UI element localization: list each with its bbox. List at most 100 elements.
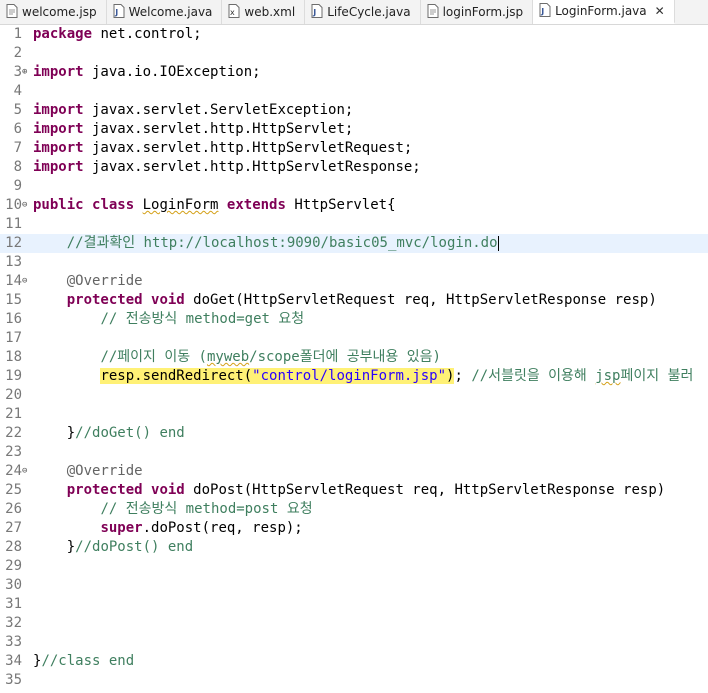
tab-welcome-java[interactable]: J Welcome.java: [107, 0, 223, 24]
collapse-fold-icon[interactable]: ⊖: [22, 196, 32, 215]
line-number: 11: [5, 216, 22, 232]
tab-welcome-jsp[interactable]: welcome.jsp: [0, 0, 107, 24]
code-line[interactable]: 32: [0, 614, 708, 633]
code-line[interactable]: 30: [0, 576, 708, 595]
code-text: import javax.servlet.http.HttpServletReq…: [33, 139, 412, 158]
code-token: javax.servlet.http.HttpServlet;: [83, 121, 354, 137]
java-file-icon: J: [113, 3, 125, 21]
code-line[interactable]: 10 ⊖ public class LoginForm extends HttpSe…: [0, 196, 708, 215]
code-line[interactable]: 27 super.doPost(req, resp);: [0, 519, 708, 538]
svg-text:J: J: [540, 7, 544, 16]
code-line[interactable]: 26 // 전송방식 method=post 요청: [0, 500, 708, 519]
code-token: 페이지 불러: [620, 368, 694, 384]
tab-label: loginForm.jsp: [442, 5, 524, 19]
line-number: 21: [5, 406, 22, 422]
text-caret: [497, 235, 499, 251]
code-line[interactable]: 34}//class end: [0, 652, 708, 671]
svg-text:J: J: [312, 8, 316, 17]
code-line[interactable]: 28 }//doPost() end: [0, 538, 708, 557]
tab-loginform-jsp[interactable]: loginForm.jsp: [421, 0, 534, 24]
code-token: //doPost() end: [75, 539, 194, 555]
code-text: import java.io.IOException;: [33, 63, 261, 82]
code-token: LoginForm: [142, 197, 219, 213]
code-token: doPost(HttpServletRequest req, HttpServl…: [184, 482, 666, 498]
code-line[interactable]: 4: [0, 82, 708, 101]
code-line[interactable]: 19 resp.sendRedirect("control/loginForm.…: [0, 367, 708, 386]
code-text: import javax.servlet.ServletException;: [33, 101, 353, 120]
line-number: 24: [5, 463, 22, 479]
code-token: javax.servlet.http.HttpServletRequest;: [83, 140, 413, 156]
code-token: java.io.IOException;: [83, 64, 261, 80]
line-number: 3: [13, 64, 22, 80]
code-line[interactable]: 29: [0, 557, 708, 576]
code-token: import: [33, 102, 84, 118]
line-number: 27: [5, 520, 22, 536]
code-line[interactable]: 31: [0, 595, 708, 614]
code-line[interactable]: 25 protected void doPost(HttpServletRequ…: [0, 481, 708, 500]
code-line[interactable]: 14 ⊖ @Override: [0, 272, 708, 291]
line-number: 26: [5, 501, 22, 517]
collapse-fold-icon[interactable]: ⊖: [22, 272, 32, 291]
code-line[interactable]: 8 import javax.servlet.http.HttpServletRe…: [0, 158, 708, 177]
code-line[interactable]: 9: [0, 177, 708, 196]
collapse-fold-icon[interactable]: ⊖: [22, 462, 32, 481]
code-token: net.control;: [92, 26, 202, 42]
code-token: import: [33, 159, 84, 175]
code-line[interactable]: 22 }//doGet() end: [0, 424, 708, 443]
line-number: 28: [5, 539, 22, 555]
code-text: resp.sendRedirect("control/loginForm.jsp…: [33, 367, 693, 386]
code-text: }//class end: [33, 652, 134, 671]
code-text: }//doGet() end: [33, 424, 185, 443]
line-number: 15: [5, 292, 22, 308]
code-line[interactable]: 16 // 전송방식 method=get 요청: [0, 310, 708, 329]
code-line[interactable]: 24 ⊖ @Override: [0, 462, 708, 481]
code-line[interactable]: 17: [0, 329, 708, 348]
code-token: javax.servlet.http.HttpServletResponse;: [83, 159, 421, 175]
code-line[interactable]: 21: [0, 405, 708, 424]
tab-label: welcome.jsp: [22, 5, 97, 19]
close-icon[interactable]: ✕: [655, 5, 665, 17]
svg-text:x: x: [230, 8, 235, 17]
code-line[interactable]: 7 import javax.servlet.http.HttpServletRe…: [0, 139, 708, 158]
code-text: import javax.servlet.http.HttpServlet;: [33, 120, 353, 139]
code-line[interactable]: 3 ⊕ import java.io.IOException;: [0, 63, 708, 82]
code-line[interactable]: 35: [0, 671, 708, 690]
tab-label: LifeCycle.java: [327, 5, 411, 19]
code-line[interactable]: 23: [0, 443, 708, 462]
line-number: 35: [5, 672, 22, 688]
tab-label: LoginForm.java: [555, 4, 647, 18]
line-number: 31: [5, 596, 22, 612]
code-text: }//doPost() end: [33, 538, 193, 557]
code-editor[interactable]: 1 package net.control; 2 3 ⊕ import java.io.I…: [0, 25, 708, 693]
code-line[interactable]: 6 import javax.servlet.http.HttpServlet;: [0, 120, 708, 139]
code-line[interactable]: 5 import javax.servlet.ServletException;: [0, 101, 708, 120]
code-line[interactable]: 33: [0, 633, 708, 652]
code-line[interactable]: 11: [0, 215, 708, 234]
line-number: 13: [5, 254, 22, 270]
expand-fold-icon[interactable]: ⊕: [22, 63, 32, 82]
code-text: import javax.servlet.http.HttpServletRes…: [33, 158, 421, 177]
xml-file-icon: x: [228, 3, 240, 21]
code-line[interactable]: 1 package net.control;: [0, 25, 708, 44]
line-number: 6: [13, 121, 22, 137]
code-line[interactable]: 18 //페이지 이동 (myweb/scope폴더에 공부내용 있음): [0, 348, 708, 367]
code-token: HttpServlet{: [285, 197, 396, 213]
code-line[interactable]: 15 protected void doGet(HttpServletReque…: [0, 291, 708, 310]
code-line[interactable]: 20: [0, 386, 708, 405]
code-line[interactable]: 13: [0, 253, 708, 272]
tab-loginform-java[interactable]: J LoginForm.java ✕: [533, 0, 675, 24]
code-token: //doGet() end: [75, 425, 185, 441]
code-token: javax.servlet.ServletException;: [83, 102, 354, 118]
tab-lifecycle-java[interactable]: J LifeCycle.java: [305, 0, 421, 24]
code-line[interactable]: 12 //결과확인 http://localhost:9090/basic05_…: [0, 234, 708, 253]
tab-web-xml[interactable]: x web.xml: [222, 0, 306, 24]
code-line[interactable]: 2: [0, 44, 708, 63]
code-text: @Override: [33, 272, 143, 291]
code-token: "control/loginForm.jsp": [252, 368, 447, 384]
code-text: //결과확인 http://localhost:9090/basic05_mvc…: [33, 234, 499, 253]
line-number: 14: [5, 273, 22, 289]
